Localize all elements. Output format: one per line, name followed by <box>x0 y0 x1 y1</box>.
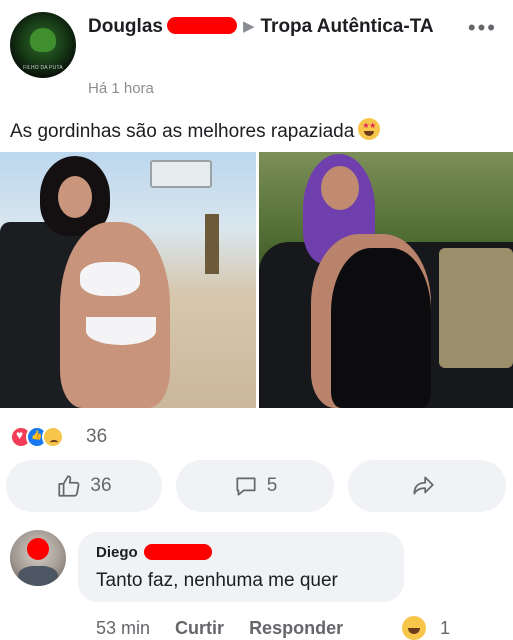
share-button[interactable] <box>348 460 506 512</box>
haha-reaction-icon[interactable] <box>402 616 426 640</box>
post-photos <box>0 152 513 408</box>
thumbs-up-icon <box>58 475 80 497</box>
comment-timestamp[interactable]: 53 min <box>96 618 150 638</box>
author-avatar[interactable]: FILHO DA PUTA <box>10 12 76 78</box>
car-door-shape <box>439 248 513 368</box>
comment-count: 5 <box>266 475 278 496</box>
commenter-name[interactable]: Diego <box>96 544 138 561</box>
redaction-mark <box>166 17 237 34</box>
commenter-name-line: Diego <box>96 544 212 561</box>
group-name[interactable]: Tropa Autêntica-TA <box>261 16 434 37</box>
wooden-post-shape <box>205 214 219 274</box>
comment-bubble-icon <box>236 477 256 496</box>
photo-left[interactable] <box>0 152 256 408</box>
shirt-shape <box>18 566 58 586</box>
more-options-icon[interactable]: ••• <box>468 17 497 39</box>
post-timestamp[interactable]: Há 1 hora <box>88 80 154 97</box>
reaction-count: 36 <box>86 426 108 447</box>
post-text-body: As gordinhas são as melhores rapaziada <box>10 121 355 142</box>
author-line: Douglas ▶ Tropa Autêntica-TA <box>88 14 458 40</box>
arrow-right-icon: ▶ <box>242 18 255 35</box>
post-header: FILHO DA PUTA Douglas ▶ Tropa Autêntica-TA… <box>0 0 513 110</box>
photo-right[interactable] <box>259 152 513 408</box>
like-count: 36 <box>90 475 112 496</box>
frog-figure <box>30 28 56 52</box>
redaction-mark <box>143 544 212 560</box>
comment-reaction-count: 1 <box>440 618 451 638</box>
like-button[interactable]: 36 <box>6 460 162 512</box>
commenter-avatar[interactable] <box>10 530 66 586</box>
person-body-shape <box>60 222 170 408</box>
share-arrow-icon <box>413 476 434 495</box>
dress-shape <box>331 248 431 408</box>
swimsuit-top-shape <box>80 262 140 296</box>
person-face-shape <box>321 166 359 210</box>
person-face-shape <box>58 176 92 218</box>
comment-button[interactable]: 5 <box>176 460 334 512</box>
redaction-mark <box>27 538 49 560</box>
avatar-caption: FILHO DA PUTA <box>23 65 63 71</box>
comment-text: Tanto faz, nenhuma me quer <box>96 570 338 591</box>
comment-meta: 53 min Curtir Responder <box>96 618 363 639</box>
caravan-shape <box>150 160 212 188</box>
comment-like-button[interactable]: Curtir <box>175 618 224 638</box>
star-struck-emoji-icon <box>358 118 381 140</box>
comment-reply-button[interactable]: Responder <box>249 618 343 638</box>
sad-reaction-icon <box>42 426 64 448</box>
comment-bubble: Diego Tanto faz, nenhuma me quer <box>78 532 404 602</box>
post-text: As gordinhas são as melhores rapaziada <box>10 118 381 143</box>
author-name[interactable]: Douglas <box>88 16 163 37</box>
swimsuit-bottom-shape <box>86 317 156 345</box>
